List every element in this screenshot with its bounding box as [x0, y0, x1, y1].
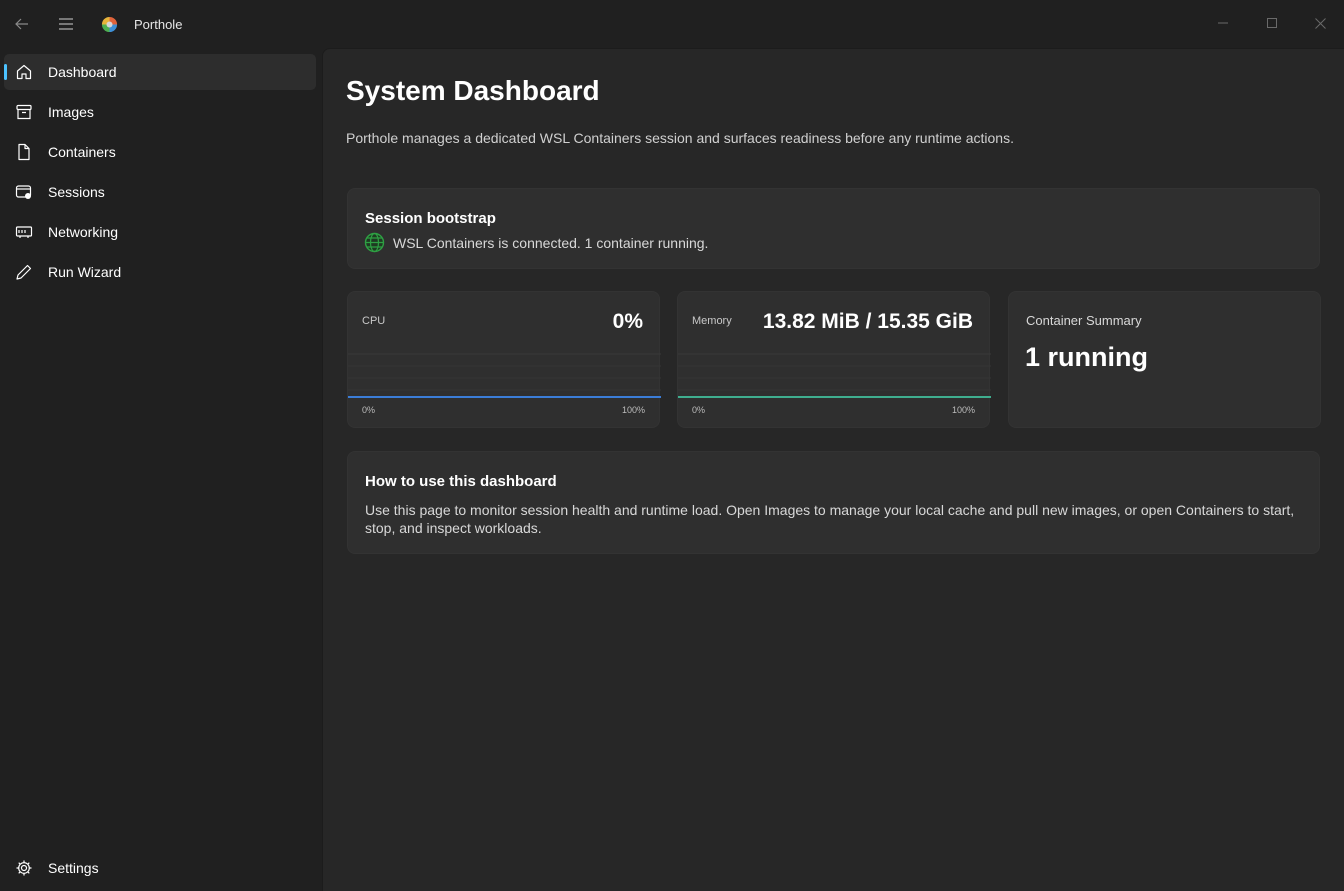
minimize-icon	[1218, 22, 1228, 24]
howto-title: How to use this dashboard	[365, 473, 557, 490]
memory-axis-min: 0%	[692, 405, 706, 415]
archive-box-icon	[15, 103, 33, 121]
app-title: Porthole	[134, 17, 183, 32]
session-status-text: WSL Containers is connected. 1 container…	[393, 235, 709, 251]
cpu-axis-min: 0%	[362, 405, 376, 415]
sidebar-item-label: Sessions	[48, 184, 105, 200]
session-bootstrap-card: Session bootstrap WSL Containers is conn…	[347, 188, 1320, 269]
summary-label: Container Summary	[1026, 313, 1142, 328]
sidebar-item-sessions[interactable]: Sessions	[4, 174, 316, 210]
memory-axis-max: 100%	[951, 405, 975, 415]
sidebar-item-networking[interactable]: Networking	[4, 214, 316, 250]
sidebar-item-images[interactable]: Images	[4, 94, 316, 130]
home-icon	[15, 63, 33, 81]
sidebar-item-run-wizard[interactable]: Run Wizard	[4, 254, 316, 290]
memory-usage-chart	[678, 353, 991, 398]
memory-metric-card: Memory 13.82 MiB / 15.35 GiB 0% 100%	[677, 291, 991, 428]
sidebar: Dashboard Images Containers Sessions Net…	[0, 48, 322, 891]
sidebar-item-label: Dashboard	[48, 64, 117, 80]
globe-icon	[364, 232, 385, 253]
sidebar-item-label: Networking	[48, 224, 119, 240]
sidebar-item-dashboard[interactable]: Dashboard	[4, 54, 316, 90]
close-icon	[1314, 17, 1326, 29]
back-arrow-icon	[15, 18, 28, 30]
cpu-value: 0%	[612, 310, 643, 333]
cpu-usage-chart	[348, 353, 661, 398]
sidebar-item-label: Containers	[48, 144, 116, 160]
hamburger-menu-button[interactable]	[52, 10, 80, 38]
minimize-button[interactable]	[1199, 0, 1247, 46]
close-button[interactable]	[1296, 0, 1344, 46]
hamburger-icon	[59, 18, 73, 30]
memory-value: 13.82 MiB / 15.35 GiB	[762, 310, 973, 333]
title-bar: Porthole	[0, 0, 1344, 48]
main-content: System Dashboard Porthole manages a dedi…	[322, 48, 1344, 891]
howto-card: How to use this dashboard Use this page …	[347, 451, 1320, 554]
page-subtitle: Porthole manages a dedicated WSL Contain…	[346, 130, 1014, 146]
summary-value: 1 running	[1025, 342, 1148, 372]
sidebar-item-label: Images	[48, 104, 94, 120]
app-logo-icon	[101, 16, 118, 33]
session-icon	[15, 183, 33, 201]
cpu-label: CPU	[362, 315, 386, 327]
container-summary-card: Container Summary 1 running	[1008, 291, 1321, 428]
pencil-icon	[15, 263, 33, 281]
sidebar-item-containers[interactable]: Containers	[4, 134, 316, 170]
sidebar-item-label: Settings	[48, 860, 99, 876]
selection-indicator	[4, 64, 7, 80]
document-icon	[15, 143, 33, 161]
back-button[interactable]	[8, 10, 36, 38]
maximize-button[interactable]	[1248, 0, 1296, 46]
gear-icon	[15, 859, 33, 877]
cpu-metric-card: CPU 0% 0% 100%	[347, 291, 661, 428]
page-title: System Dashboard	[346, 75, 600, 106]
sidebar-item-label: Run Wizard	[48, 264, 122, 280]
howto-body: Use this page to monitor session health …	[365, 502, 1295, 536]
network-adapter-icon	[15, 223, 33, 241]
session-card-title: Session bootstrap	[365, 210, 496, 227]
memory-label: Memory	[692, 315, 732, 327]
sidebar-item-settings[interactable]: Settings	[4, 850, 316, 886]
maximize-icon	[1267, 18, 1277, 28]
cpu-axis-max: 100%	[621, 405, 645, 415]
